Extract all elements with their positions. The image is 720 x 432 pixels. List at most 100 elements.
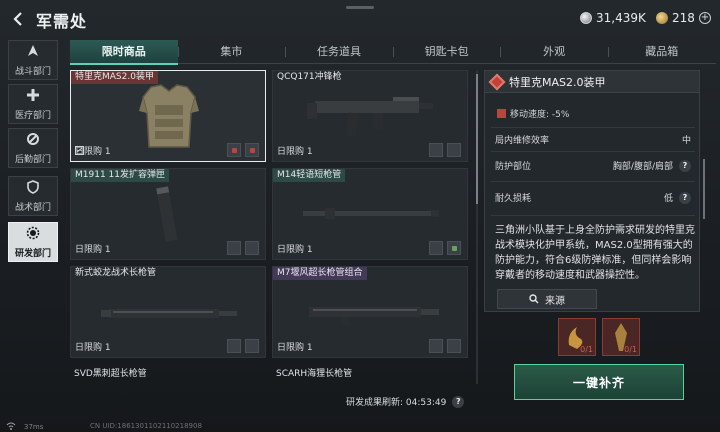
stat-row: 防护部位 胸部/腹部/肩部?	[495, 159, 691, 172]
item-name: M1911 11发扩容弹匣	[71, 169, 169, 182]
item-limit-text: 日限购 1	[75, 245, 111, 255]
grid-scrollbar-thumb[interactable]	[476, 74, 478, 204]
help-icon[interactable]: ?	[452, 395, 465, 408]
item-name: M7堰风超长枪管组合	[273, 267, 367, 280]
help-icon[interactable]: ?	[679, 159, 691, 172]
barrel-image	[303, 208, 439, 219]
stat-label: 防护部位	[495, 162, 532, 172]
medical-cross-icon	[26, 88, 40, 105]
shield-icon	[26, 179, 40, 197]
restock-all-button[interactable]: 一键补齐	[514, 364, 684, 400]
sidebar-item-medical[interactable]: 医疗部门	[8, 84, 58, 124]
item-name[interactable]: SCARH海狸长枪管	[272, 368, 356, 381]
item-limit-text: 日限购 1	[277, 343, 313, 353]
source-label: 来源	[545, 295, 565, 307]
item-detail-panel: 特里克MAS2.0装甲 移动速度: -5% 局内维修效率 中 防护部位 胸部/腹…	[484, 70, 705, 312]
barrel-handguard-image	[101, 309, 237, 318]
item-tag-icon	[429, 241, 443, 255]
item-name: M14轻语短枪管	[273, 169, 346, 182]
coin-balance-value: 31,439K	[596, 11, 646, 25]
back-arrow-icon[interactable]	[10, 10, 30, 30]
smg-image	[307, 97, 433, 138]
divider	[491, 127, 695, 128]
sidebar-item-label: 战术部门	[14, 202, 51, 213]
token-balance[interactable]: 218 +	[656, 10, 711, 26]
material-count: 0/1	[624, 345, 637, 354]
item-tag-icon	[447, 241, 461, 255]
ping-value: 37ms	[24, 423, 44, 431]
coin-balance[interactable]: 31,439K	[580, 10, 646, 26]
divider	[491, 181, 695, 182]
item-name: 新式蛟龙战术长枪管	[75, 268, 157, 278]
stat-label: 耐久损耗	[495, 194, 532, 204]
item-card-smg[interactable]: QCQ171冲锋枪 日限购 1	[272, 70, 468, 162]
source-button[interactable]: 来源	[497, 289, 597, 309]
tab-quest-items[interactable]: 任务道具	[285, 40, 393, 64]
tab-market[interactable]: 集市	[177, 40, 286, 64]
item-name[interactable]: SVD黑刺超长枪管	[70, 368, 151, 381]
sidebar-item-combat[interactable]: 战斗部门	[8, 40, 58, 80]
rd-gear-icon	[26, 226, 40, 243]
coin-icon	[580, 12, 592, 24]
item-limit-text: 日限购 1	[75, 343, 111, 353]
stat-value: 低	[663, 194, 673, 204]
help-icon[interactable]: ?	[679, 191, 691, 204]
sidebar-item-tactical[interactable]: 战术部门	[8, 176, 58, 216]
page-title: 军需处	[36, 12, 88, 31]
item-card-magazine[interactable]: M1911 11发扩容弹匣 日限购 1	[70, 168, 266, 260]
detail-header: 特里克MAS2.0装甲	[485, 71, 699, 93]
magazine-image	[156, 186, 178, 242]
token-balance-value: 218	[672, 11, 695, 25]
add-currency-button[interactable]: +	[698, 12, 711, 24]
material-slot[interactable]: 0/1	[602, 318, 640, 356]
barrel-combo-image	[309, 307, 439, 325]
item-description: 三角洲小队基于上身全防护需求研发的特里克战术模块化护甲系统，MAS2.0型拥有强…	[495, 225, 695, 281]
item-limit: 日限购 1	[277, 144, 313, 157]
item-card-long-barrel[interactable]: 新式蛟龙战术长枪管 日限购 1	[70, 266, 266, 358]
sidebar-item-label: 研发部门	[14, 248, 51, 259]
divider	[491, 151, 695, 152]
stat-row: 耐久损耗 低?	[495, 191, 691, 204]
item-limit: 日限购 1	[277, 340, 313, 353]
item-tag-icon	[429, 143, 443, 157]
item-tag-icon	[227, 339, 241, 353]
item-tag-icon	[245, 143, 259, 157]
item-limit: 日限购 1	[75, 144, 111, 157]
divider	[491, 215, 695, 216]
sidebar-item-label: 医疗部门	[14, 110, 51, 121]
tab-appearance[interactable]: 外观	[500, 40, 608, 64]
sidebar-item-label: 战斗部门	[14, 66, 51, 77]
stat-value: 中	[681, 136, 691, 146]
category-tabs: 限时商品 集市 任务道具 钥匙卡包 外观 藏品箱	[70, 40, 716, 65]
material-slot[interactable]: 0/1	[558, 318, 596, 356]
item-limit-text: 日限购 1	[277, 147, 313, 157]
move-speed-stat: 移动速度: -5%	[497, 107, 569, 120]
logistics-icon	[26, 132, 40, 149]
stat-value: 胸部/腹部/肩部	[612, 162, 673, 172]
sidebar-item-label: 后勤部门	[14, 154, 51, 165]
item-card-barrel-combo[interactable]: M7堰风超长枪管组合 日限购 1	[272, 266, 468, 358]
sidebar-item-logistics[interactable]: 后勤部门	[8, 128, 58, 168]
item-limit: 日限购 1	[277, 242, 313, 255]
stat-row: 局内维修效率 中	[495, 133, 691, 146]
tab-collection-box[interactable]: 藏品箱	[607, 40, 716, 64]
combat-icon	[26, 44, 40, 61]
wifi-icon	[6, 422, 16, 432]
token-icon	[656, 12, 668, 24]
detail-scrollbar[interactable]	[703, 159, 705, 219]
top-handle	[346, 6, 374, 9]
user-uid: CN UID:1861301102110218908	[90, 422, 202, 430]
status-footer: 37ms	[6, 422, 43, 432]
stat-label: 局内维修效率	[495, 136, 550, 146]
item-tag-icon	[227, 143, 241, 157]
item-card-armor[interactable]: 特里克MAS2.0装甲 日限购 1	[70, 70, 266, 162]
armor-image	[139, 84, 199, 148]
search-icon	[529, 294, 539, 304]
item-limit: 日限购 1	[75, 340, 111, 353]
tab-keycards[interactable]: 钥匙卡包	[392, 40, 501, 64]
detail-title: 特里克MAS2.0装甲	[509, 75, 606, 89]
item-card-short-barrel[interactable]: M14轻语短枪管 日限购 1	[272, 168, 468, 260]
tab-limited[interactable]: 限时商品	[70, 40, 178, 65]
sidebar-item-rd[interactable]: 研发部门	[8, 222, 58, 262]
item-limit: 日限购 1	[75, 242, 111, 255]
